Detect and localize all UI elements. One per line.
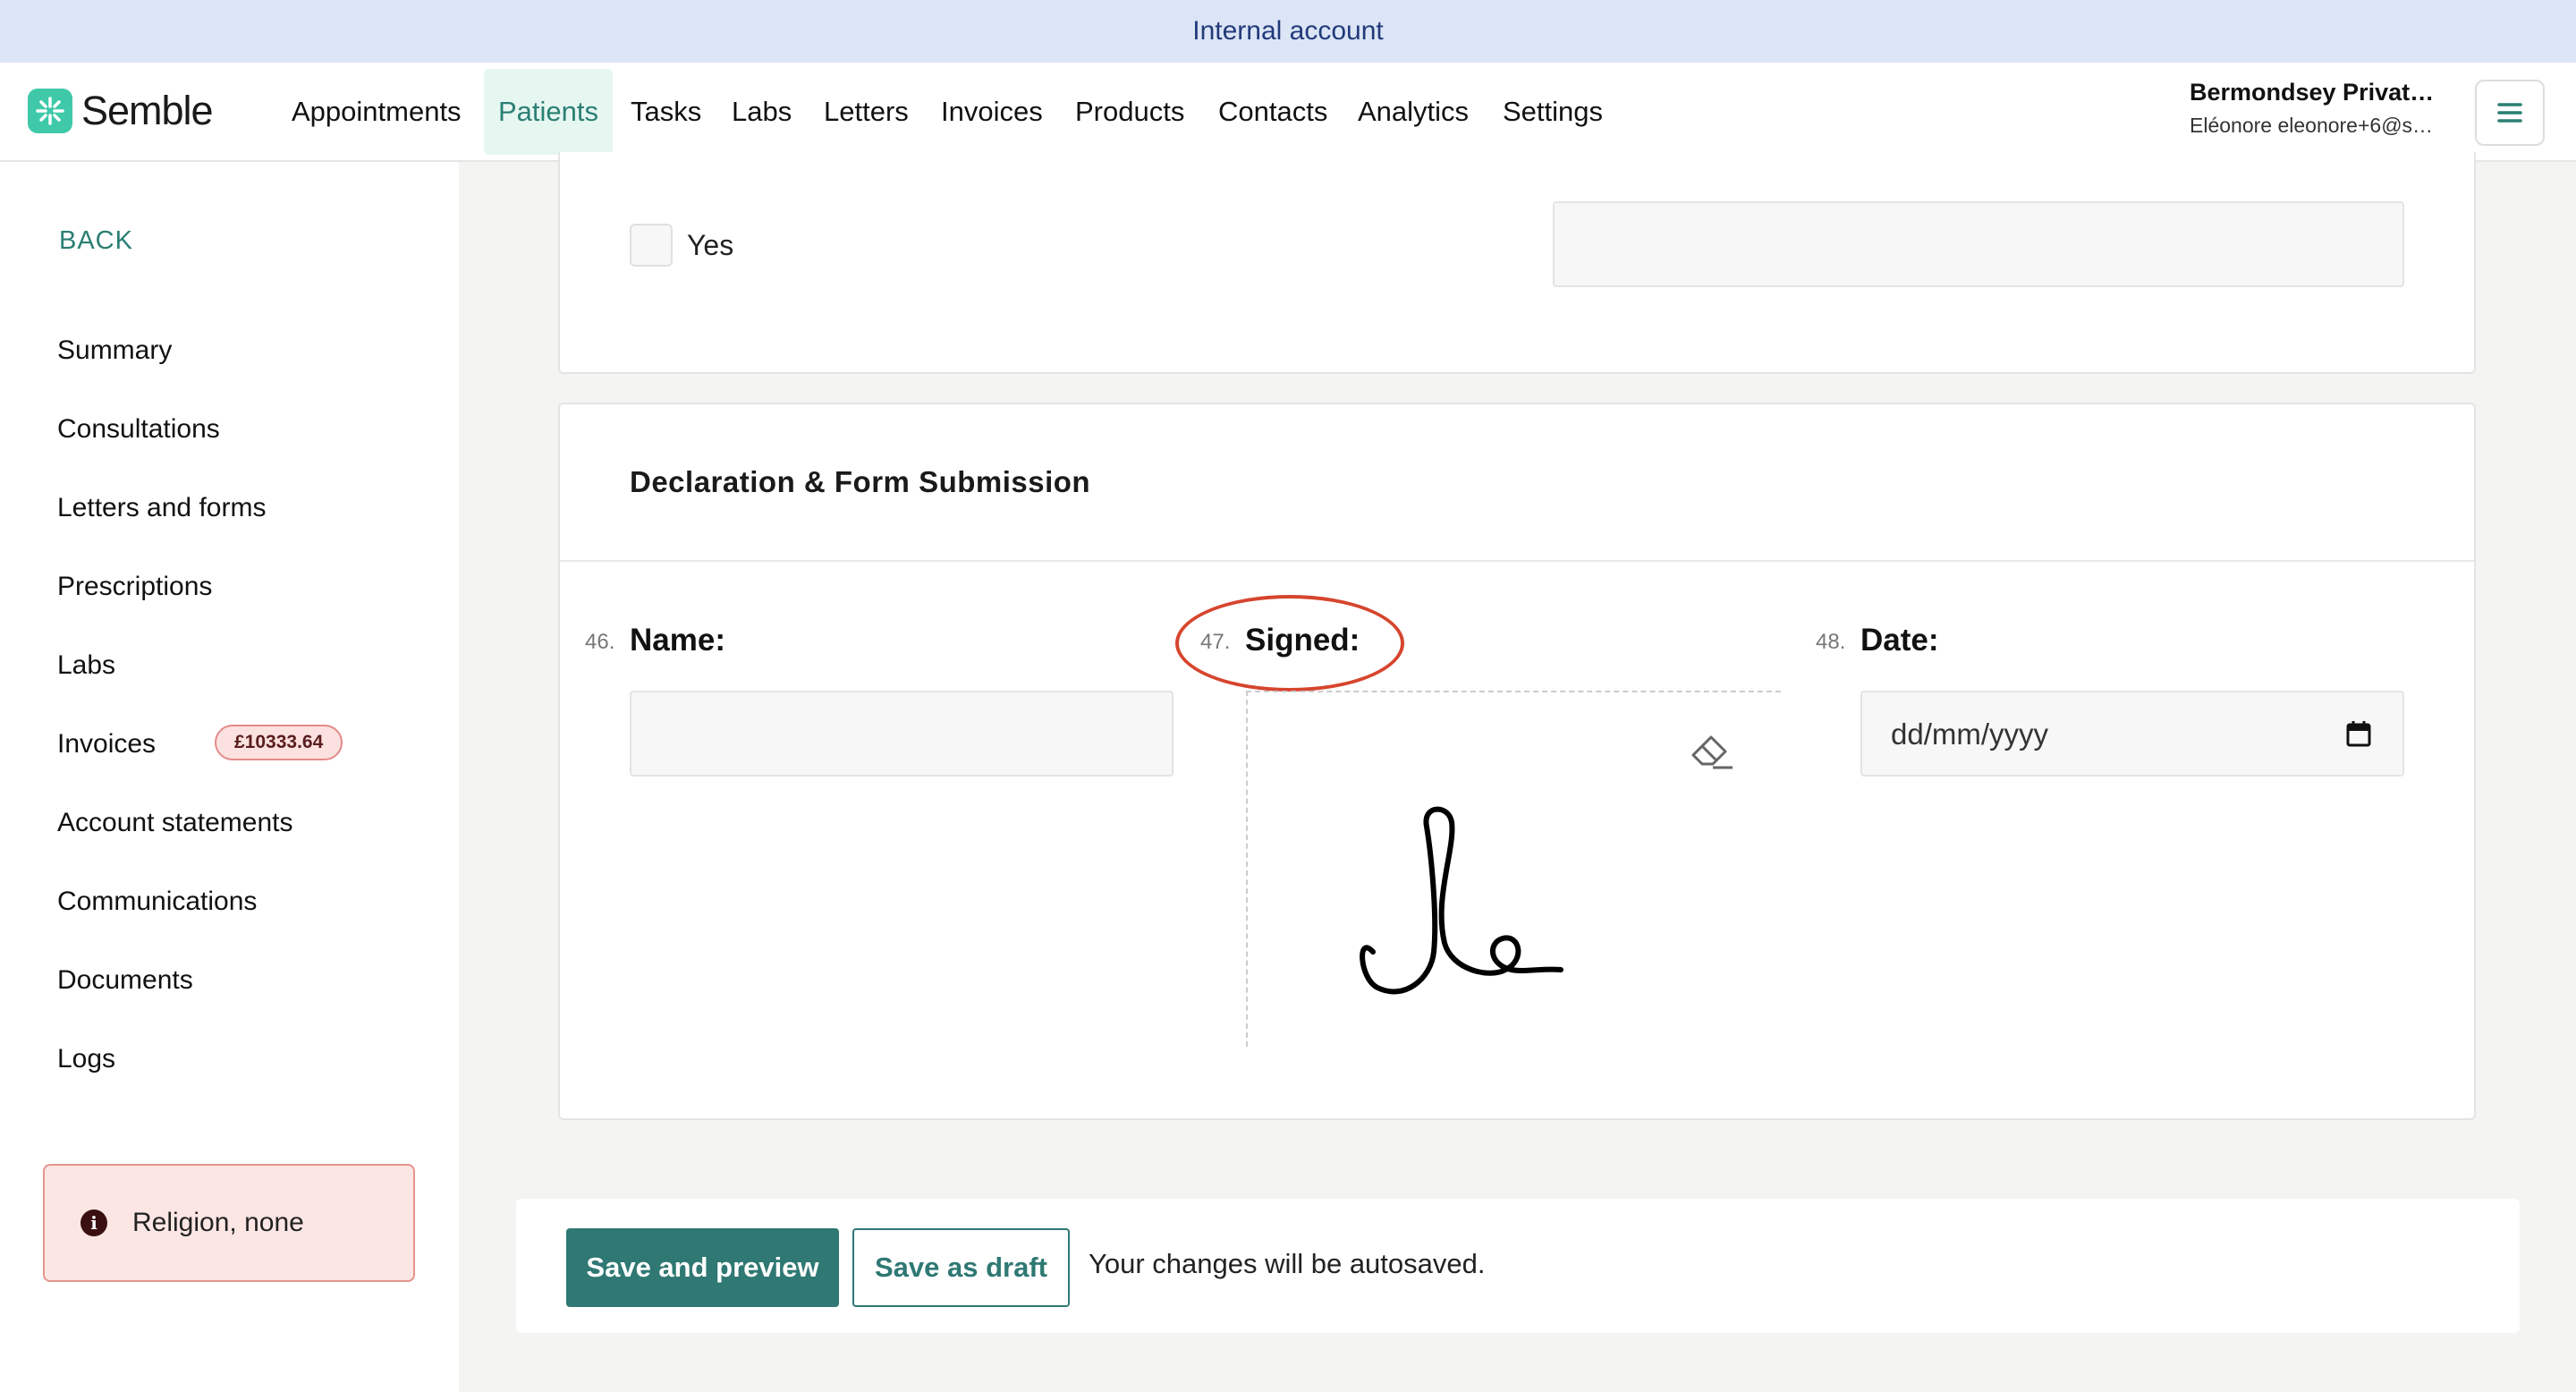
calendar-icon[interactable] — [2345, 719, 2372, 748]
nav-analytics[interactable]: Analytics — [1343, 69, 1483, 155]
date-label: Date: — [1860, 623, 1939, 658]
annotation-circle — [1175, 595, 1404, 692]
nav-labs[interactable]: Labs — [717, 69, 806, 155]
user-email: Eléonore eleonore+6@se... — [2190, 114, 2440, 137]
invoice-balance-badge: £10333.64 — [215, 725, 343, 760]
nav-letters[interactable]: Letters — [809, 69, 923, 155]
sidebar-item-documents[interactable]: Documents — [57, 965, 193, 996]
yes-checkbox[interactable] — [630, 224, 673, 267]
specify-text-field[interactable] — [1553, 201, 2404, 287]
nav-patients[interactable]: Patients — [484, 69, 614, 155]
sidebar-item-communications[interactable]: Communications — [57, 887, 257, 917]
back-link[interactable]: BACK — [59, 226, 133, 256]
autosave-notice: Your changes will be autosaved. — [1089, 1248, 1486, 1279]
signature-pad[interactable] — [1246, 691, 1781, 1047]
sidebar-item-logs[interactable]: Logs — [57, 1044, 115, 1074]
top-navigation: Semble Appointments Patients Tasks Labs … — [0, 63, 2576, 162]
alert-text: Religion, none — [132, 1208, 304, 1237]
sidebar-item-letters-and-forms[interactable]: Letters and forms — [57, 493, 266, 523]
semble-logo-icon — [28, 89, 72, 133]
sidebar-item-consultations[interactable]: Consultations — [57, 414, 220, 445]
sidebar-item-summary[interactable]: Summary — [57, 335, 172, 366]
save-and-preview-button[interactable]: Save and preview — [566, 1228, 839, 1307]
yes-checkbox-label: Yes — [687, 229, 734, 261]
info-icon: i — [80, 1210, 107, 1236]
hamburger-icon — [2497, 103, 2522, 123]
nav-invoices[interactable]: Invoices — [927, 69, 1057, 155]
banner-text: Internal account — [1192, 16, 1384, 46]
nav-contacts[interactable]: Contacts — [1204, 69, 1342, 155]
sidebar-item-invoices[interactable]: Invoices — [57, 729, 156, 760]
date-placeholder: dd/mm/yyyy — [1891, 717, 2049, 751]
signature-drawing — [1360, 806, 1563, 995]
save-as-draft-button[interactable]: Save as draft — [852, 1228, 1070, 1307]
name-label: Name: — [630, 623, 725, 658]
section-title: Declaration & Form Submission — [630, 465, 1091, 498]
nav-settings[interactable]: Settings — [1488, 69, 1617, 155]
nav-tasks[interactable]: Tasks — [616, 69, 716, 155]
nav-products[interactable]: Products — [1061, 69, 1199, 155]
semble-logo[interactable]: Semble — [28, 88, 214, 134]
nav-appointments[interactable]: Appointments — [277, 69, 476, 155]
sidebar-item-account-statements[interactable]: Account statements — [57, 808, 292, 838]
patient-alert: i Religion, none — [43, 1164, 415, 1282]
question-number: 48. — [1816, 630, 1846, 654]
internal-account-banner: Internal account — [0, 0, 2576, 63]
sidebar-item-prescriptions[interactable]: Prescriptions — [57, 572, 212, 602]
organisation-name: Bermondsey Private ... — [2190, 79, 2440, 106]
date-field[interactable]: dd/mm/yyyy — [1860, 691, 2404, 777]
form-action-bar: Save and preview Save as draft Your chan… — [516, 1199, 2520, 1333]
sidebar-item-labs[interactable]: Labs — [57, 650, 115, 681]
brand-name: Semble — [81, 88, 214, 133]
main-menu-button[interactable] — [2475, 80, 2545, 146]
name-field[interactable] — [630, 691, 1174, 777]
question-number: 46. — [585, 630, 615, 654]
eraser-icon[interactable] — [1688, 730, 1740, 773]
section-divider — [560, 560, 2474, 562]
patient-sidebar: BACK Summary Consultations Letters and f… — [0, 162, 459, 1392]
account-switcher[interactable]: Bermondsey Private ... Eléonore eleonore… — [2190, 79, 2458, 138]
